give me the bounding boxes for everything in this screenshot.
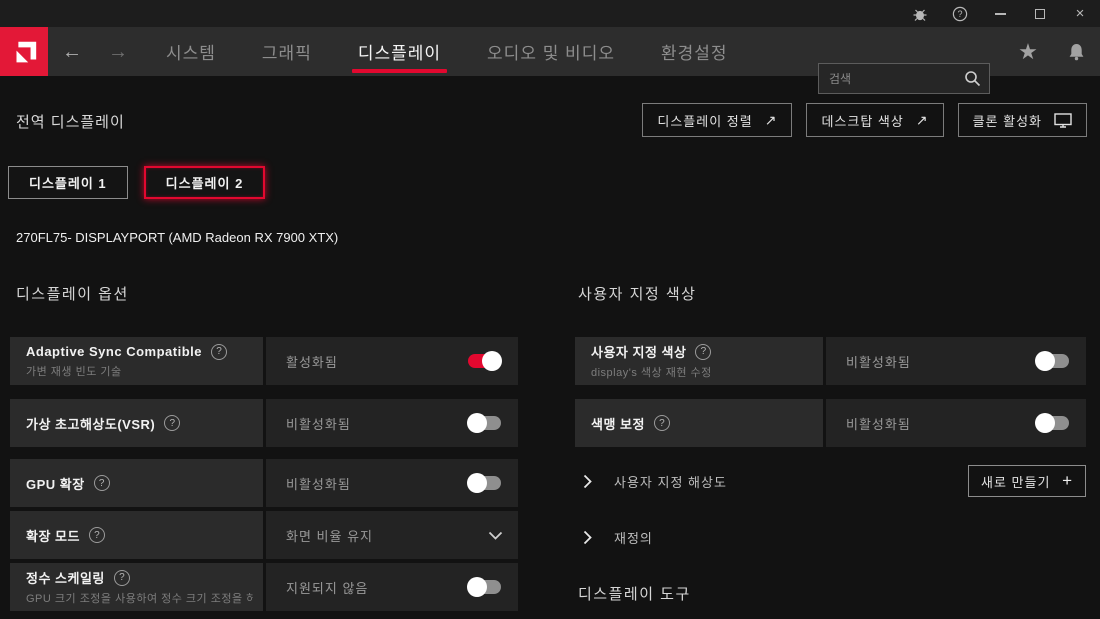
display-tools-heading: 디스플레이 도구 bbox=[578, 586, 691, 603]
color-deficiency-toggle[interactable] bbox=[1035, 413, 1069, 433]
svg-text:?: ? bbox=[957, 9, 962, 19]
setting-value: 비활성화됨 bbox=[846, 354, 911, 370]
gpu-scaling-toggle[interactable] bbox=[467, 473, 501, 493]
adaptive-sync-toggle[interactable] bbox=[468, 351, 502, 371]
page-title: 전역 디스플레이 bbox=[16, 114, 125, 131]
tab-preferences[interactable]: 환경설정 bbox=[661, 27, 728, 76]
navbar: ← → 시스템 그래픽 디스플레이 오디오 및 비디오 환경설정 ★ bbox=[0, 27, 1100, 94]
display-options-heading: 디스플레이 옵션 bbox=[16, 286, 129, 303]
external-link-icon: ↗ bbox=[915, 111, 929, 128]
header-actions: 디스플레이 정렬 ↗ 데스크탑 색상 ↗ 클론 활성화 bbox=[642, 103, 1087, 137]
setting-row-adaptive-sync: Adaptive Sync Compatible ? 가변 재생 빈도 기술 활… bbox=[10, 337, 518, 385]
external-link-icon: ↗ bbox=[764, 111, 778, 128]
help-icon[interactable]: ? bbox=[695, 343, 712, 360]
help-icon[interactable]: ? bbox=[653, 415, 670, 431]
setting-row-gpu-scaling: GPU 확장 ? 비활성화됨 bbox=[10, 459, 518, 507]
setting-sublabel: display's 색상 재현 수정 bbox=[591, 367, 712, 379]
radeon-software-window: ? × ← → 시스템 그래픽 디스플레이 오디오 및 비디오 환경설정 검색 … bbox=[0, 0, 1100, 619]
setting-value: 비활성화됨 bbox=[286, 476, 351, 492]
setting-label: Adaptive Sync Compatible bbox=[26, 344, 202, 359]
setting-value: 지원되지 않음 bbox=[286, 580, 369, 596]
setting-sublabel: GPU 크기 조정을 사용하여 정수 크기 조정을 허... bbox=[26, 593, 253, 605]
setting-label: 정수 스케일링 bbox=[26, 571, 105, 586]
tab-display[interactable]: 디스플레이 bbox=[351, 27, 448, 76]
setting-value: 비활성화됨 bbox=[286, 416, 351, 432]
help-icon[interactable]: ? bbox=[164, 415, 181, 431]
vsr-toggle[interactable] bbox=[467, 413, 501, 433]
main-tabs: 시스템 그래픽 디스플레이 오디오 및 비디오 환경설정 bbox=[166, 27, 728, 76]
chevron-down-icon bbox=[488, 531, 503, 540]
tab-audio-video[interactable]: 오디오 및 비디오 bbox=[487, 27, 615, 76]
desktop-colors-button[interactable]: 데스크탑 색상 ↗ bbox=[806, 103, 944, 137]
custom-color-heading: 사용자 지정 색상 bbox=[578, 286, 697, 303]
help-icon[interactable]: ? bbox=[113, 569, 130, 586]
close-icon[interactable]: × bbox=[1060, 0, 1100, 27]
setting-row-custom-color: 사용자 지정 색상 ? display's 색상 재현 수정 비활성화됨 bbox=[575, 337, 1086, 385]
custom-color-toggle[interactable] bbox=[1035, 351, 1069, 371]
display-selector: 디스플레이 1 디스플레이 2 bbox=[8, 166, 266, 199]
tab-system[interactable]: 시스템 bbox=[166, 27, 216, 76]
forward-arrow-icon[interactable]: → bbox=[108, 42, 128, 62]
plus-icon: + bbox=[1062, 471, 1073, 490]
setting-label: 확장 모드 bbox=[26, 528, 80, 544]
chevron-right-icon bbox=[583, 474, 592, 489]
setting-value: 활성화됨 bbox=[286, 354, 338, 370]
amd-logo[interactable] bbox=[0, 27, 48, 76]
custom-resolution-expander[interactable]: 사용자 지정 해상도 bbox=[583, 472, 727, 491]
favorites-star-icon[interactable]: ★ bbox=[1010, 27, 1046, 76]
enable-clone-button[interactable]: 클론 활성화 bbox=[957, 103, 1087, 137]
help-icon[interactable]: ? bbox=[210, 343, 227, 360]
display-2-button[interactable]: 디스플레이 2 bbox=[143, 166, 266, 199]
expander-label: 재정의 bbox=[614, 531, 653, 546]
search-input[interactable] bbox=[829, 71, 964, 86]
expander-label: 사용자 지정 해상도 bbox=[614, 475, 727, 490]
back-arrow-icon[interactable]: ← bbox=[62, 42, 82, 62]
titlebar: ? × bbox=[0, 0, 1100, 27]
tab-graphics[interactable]: 그래픽 bbox=[262, 27, 312, 76]
setting-value: 비활성화됨 bbox=[846, 416, 911, 432]
help-icon[interactable]: ? bbox=[940, 0, 980, 27]
overrides-expander[interactable]: 재정의 bbox=[583, 528, 653, 547]
setting-row-scaling-mode: 확장 모드 ? 화면 비율 유지 bbox=[10, 511, 518, 559]
help-icon[interactable]: ? bbox=[93, 475, 110, 491]
setting-row-color-deficiency: 색맹 보정 ? 비활성화됨 bbox=[575, 399, 1086, 447]
scaling-mode-dropdown[interactable]: 화면 비율 유지 bbox=[266, 511, 518, 559]
display-1-button[interactable]: 디스플레이 1 bbox=[8, 166, 128, 199]
setting-label: 가상 초고해상도(VSR) bbox=[26, 416, 156, 432]
notifications-bell-icon[interactable] bbox=[1058, 27, 1094, 76]
setting-value: 화면 비율 유지 bbox=[286, 528, 373, 544]
integer-scaling-toggle[interactable] bbox=[467, 577, 501, 597]
setting-label: 사용자 지정 색상 bbox=[591, 345, 687, 360]
monitor-icon bbox=[1054, 112, 1072, 128]
setting-row-vsr: 가상 초고해상도(VSR) ? 비활성화됨 bbox=[10, 399, 518, 447]
create-new-button[interactable]: 새로 만들기 + bbox=[968, 465, 1086, 497]
search-icon bbox=[964, 70, 981, 87]
minimize-icon[interactable] bbox=[980, 0, 1020, 27]
chevron-right-icon bbox=[583, 530, 592, 545]
maximize-icon[interactable] bbox=[1020, 0, 1060, 27]
setting-label: 색맹 보정 bbox=[591, 416, 645, 432]
setting-label: GPU 확장 bbox=[26, 476, 85, 492]
search-box[interactable] bbox=[818, 63, 990, 94]
help-icon[interactable]: ? bbox=[88, 527, 105, 543]
arrange-displays-button[interactable]: 디스플레이 정렬 ↗ bbox=[642, 103, 793, 137]
connected-display-info: 270FL75- DISPLAYPORT (AMD Radeon RX 7900… bbox=[16, 230, 339, 245]
setting-row-integer-scaling: 정수 스케일링 ? GPU 크기 조정을 사용하여 정수 크기 조정을 허...… bbox=[10, 563, 518, 611]
setting-sublabel: 가변 재생 빈도 기술 bbox=[26, 365, 122, 378]
bug-report-icon[interactable] bbox=[900, 0, 940, 27]
